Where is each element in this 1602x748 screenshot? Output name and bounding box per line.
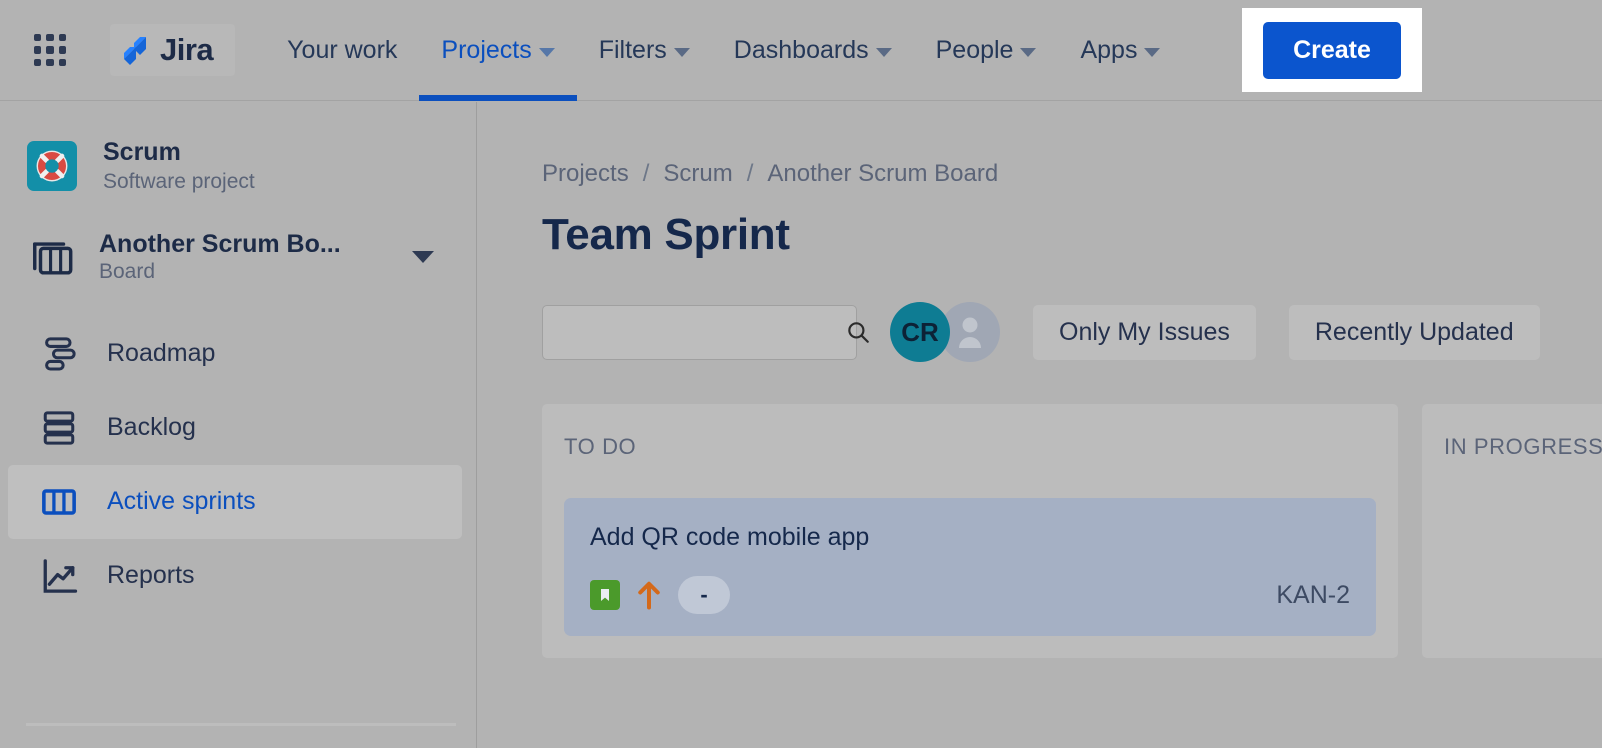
sidebar-item-reports[interactable]: Reports [8, 539, 462, 613]
filter-only-my-issues-button[interactable]: Only My Issues [1033, 305, 1256, 360]
breadcrumb-separator: / [747, 160, 754, 188]
board-column-todo: TO DO Add QR code mobile app [542, 404, 1398, 658]
grid-dot [46, 34, 53, 41]
column-title: TO DO [564, 434, 1376, 460]
grid-dot [46, 59, 53, 66]
sidebar-item-active-sprints[interactable]: Active sprints [8, 465, 462, 539]
main-content: Projects / Scrum / Another Scrum Board T… [478, 102, 1602, 748]
breadcrumb-item-projects[interactable]: Projects [542, 160, 629, 188]
page-title: Team Sprint [478, 188, 1602, 260]
chevron-down-icon [1144, 48, 1160, 57]
breadcrumb-item-scrum[interactable]: Scrum [663, 160, 732, 188]
jira-logo-icon [118, 34, 150, 66]
chevron-down-icon [1020, 48, 1036, 57]
grid-menu-icon[interactable] [28, 28, 72, 72]
search-input[interactable] [557, 319, 845, 345]
project-sidebar: Scrum Software project Another Scrum Bo.… [0, 102, 477, 748]
issue-summary: Add QR code mobile app [590, 523, 1350, 552]
board-name: Another Scrum Bo... [99, 230, 388, 259]
sidebar-item-label: Backlog [107, 413, 196, 442]
chevron-down-icon[interactable] [412, 251, 434, 263]
issue-card[interactable]: Add QR code mobile app [564, 498, 1376, 636]
board-columns: TO DO Add QR code mobile app [478, 362, 1602, 658]
nav-item-label: Apps [1080, 36, 1137, 65]
chevron-down-icon [539, 48, 555, 57]
search-box[interactable] [542, 305, 857, 360]
sidebar-item-roadmap[interactable]: Roadmap [8, 317, 462, 391]
breadcrumb-item-board[interactable]: Another Scrum Board [767, 160, 998, 188]
nav-item-apps[interactable]: Apps [1058, 0, 1182, 101]
jira-home-link[interactable]: Jira [110, 24, 235, 76]
nav-item-projects[interactable]: Projects [419, 0, 576, 101]
sidebar-divider [26, 723, 456, 726]
jira-wordmark: Jira [160, 32, 213, 68]
sidebar-item-label: Active sprints [107, 487, 256, 516]
nav-item-label: Projects [441, 36, 531, 65]
chevron-down-icon [674, 48, 690, 57]
avatar-cr[interactable]: CR [890, 302, 950, 362]
filter-recently-updated-button[interactable]: Recently Updated [1289, 305, 1540, 360]
nav-item-label: Dashboards [734, 36, 869, 65]
chevron-down-icon [876, 48, 892, 57]
estimate-badge[interactable]: - [678, 576, 730, 614]
priority-high-up-arrow-icon [636, 580, 662, 610]
grid-dot [59, 46, 66, 53]
sidebar-item-label: Roadmap [107, 339, 215, 368]
backlog-icon [37, 406, 81, 450]
grid-dot [46, 46, 53, 53]
roadmap-icon [37, 332, 81, 376]
nav-item-filters[interactable]: Filters [577, 0, 712, 101]
board-toolbar: CR Only My Issues Recently Updated [478, 260, 1602, 362]
board-stack-icon [29, 234, 75, 280]
jira-board-page: Jira Your work Projects Filters Dashboar… [0, 0, 1602, 748]
breadcrumb: Projects / Scrum / Another Scrum Board [478, 102, 1602, 188]
nav-item-dashboards[interactable]: Dashboards [712, 0, 914, 101]
create-button-highlight: Create [1242, 8, 1422, 92]
project-type: Software project [103, 169, 255, 194]
breadcrumb-separator: / [643, 160, 650, 188]
sidebar-item-label: Reports [107, 561, 195, 590]
lifebuoy-project-avatar-icon [27, 141, 77, 191]
nav-item-people[interactable]: People [914, 0, 1059, 101]
issue-meta: - [590, 576, 730, 614]
grid-dot [34, 34, 41, 41]
reports-chart-icon [37, 554, 81, 598]
nav-item-list: Your work Projects Filters Dashboards Pe… [265, 0, 1182, 101]
person-icon [948, 310, 992, 354]
column-title: IN PROGRESS [1444, 434, 1602, 460]
issue-card-footer: - KAN-2 [590, 576, 1350, 614]
grid-dot [59, 59, 66, 66]
sidebar-nav-list: Roadmap Backlog Active sprints [0, 317, 476, 613]
avatar-group: CR [890, 302, 1000, 362]
nav-item-your-work[interactable]: Your work [265, 0, 419, 101]
board-column-in-progress: IN PROGRESS [1422, 404, 1602, 658]
sidebar-item-backlog[interactable]: Backlog [8, 391, 462, 465]
issue-key[interactable]: KAN-2 [1276, 581, 1350, 610]
nav-item-label: People [936, 36, 1014, 65]
story-bookmark-icon [590, 580, 620, 610]
board-subtitle: Board [99, 259, 388, 285]
board-meta: Another Scrum Bo... Board [99, 230, 388, 285]
board-columns-icon [37, 480, 81, 524]
project-header[interactable]: Scrum Software project [0, 102, 476, 194]
create-button[interactable]: Create [1263, 22, 1401, 79]
nav-item-label: Filters [599, 36, 667, 65]
board-selector[interactable]: Another Scrum Bo... Board [0, 194, 476, 285]
grid-dot [34, 59, 41, 66]
grid-dot [59, 34, 66, 41]
grid-dot [34, 46, 41, 53]
project-name: Scrum [103, 138, 255, 167]
search-icon [845, 319, 871, 345]
nav-item-label: Your work [287, 36, 397, 65]
project-meta: Scrum Software project [103, 138, 255, 194]
